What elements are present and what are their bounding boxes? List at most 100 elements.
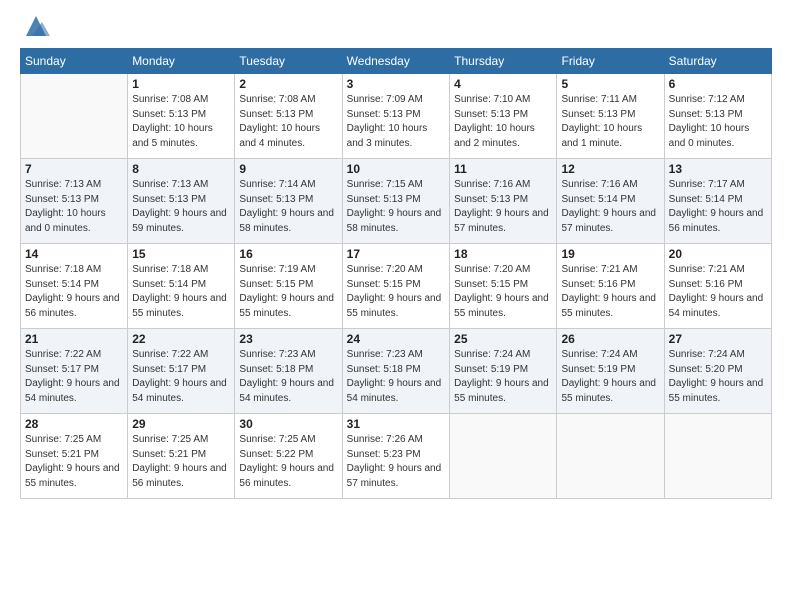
day-info: Sunrise: 7:25 AMSunset: 5:21 PMDaylight:… (132, 433, 230, 491)
day-cell: 16 Sunrise: 7:19 AMSunset: 5:15 PMDayligh… (235, 244, 342, 329)
day-number: 13 (669, 162, 767, 176)
day-cell: 2 Sunrise: 7:08 AMSunset: 5:13 PMDaylight… (235, 74, 342, 159)
header (20, 16, 772, 38)
day-number: 19 (561, 247, 659, 261)
day-cell: 27 Sunrise: 7:24 AMSunset: 5:20 PMDayligh… (664, 329, 771, 414)
day-info: Sunrise: 7:25 AMSunset: 5:22 PMDaylight:… (239, 433, 337, 491)
col-header-friday: Friday (557, 49, 664, 74)
day-number: 25 (454, 332, 552, 346)
day-cell: 7 Sunrise: 7:13 AMSunset: 5:13 PMDaylight… (21, 159, 128, 244)
day-number: 2 (239, 77, 337, 91)
col-header-saturday: Saturday (664, 49, 771, 74)
day-cell: 19Sunrise: 7:21 AMSunset: 5:16 PMDayligh… (557, 244, 664, 329)
logo (20, 16, 50, 38)
day-info: Sunrise: 7:17 AMSunset: 5:14 PMDaylight:… (669, 178, 767, 236)
day-number: 1 (132, 77, 230, 91)
day-number: 27 (669, 332, 767, 346)
week-row-2: 7 Sunrise: 7:13 AMSunset: 5:13 PMDaylight… (21, 159, 772, 244)
day-info: Sunrise: 7:15 AMSunset: 5:13 PMDaylight:… (347, 178, 446, 236)
day-cell (21, 74, 128, 159)
page-container: SundayMondayTuesdayWednesdayThursdayFrid… (0, 0, 792, 509)
day-info: Sunrise: 7:22 AMSunset: 5:17 PMDaylight:… (132, 348, 230, 406)
day-number: 23 (239, 332, 337, 346)
day-cell: 18 Sunrise: 7:20 AMSunset: 5:15 PMDayligh… (450, 244, 557, 329)
day-cell: 29 Sunrise: 7:25 AMSunset: 5:21 PMDayligh… (128, 414, 235, 499)
day-cell: 4 Sunrise: 7:10 AMSunset: 5:13 PMDaylight… (450, 74, 557, 159)
day-cell: 21Sunrise: 7:22 AMSunset: 5:17 PMDayligh… (21, 329, 128, 414)
day-info: Sunrise: 7:13 AMSunset: 5:13 PMDaylight:… (25, 178, 123, 236)
day-cell: 8 Sunrise: 7:13 AMSunset: 5:13 PMDaylight… (128, 159, 235, 244)
day-cell: 11 Sunrise: 7:16 AMSunset: 5:13 PMDayligh… (450, 159, 557, 244)
day-number: 16 (239, 247, 337, 261)
day-info: Sunrise: 7:14 AMSunset: 5:13 PMDaylight:… (239, 178, 337, 236)
day-info: Sunrise: 7:11 AMSunset: 5:13 PMDaylight:… (561, 93, 659, 151)
day-info: Sunrise: 7:20 AMSunset: 5:15 PMDaylight:… (454, 263, 552, 321)
day-number: 10 (347, 162, 446, 176)
day-number: 15 (132, 247, 230, 261)
day-number: 20 (669, 247, 767, 261)
day-cell: 1Sunrise: 7:08 AMSunset: 5:13 PMDaylight… (128, 74, 235, 159)
week-row-3: 14 Sunrise: 7:18 AMSunset: 5:14 PMDayligh… (21, 244, 772, 329)
day-cell: 15 Sunrise: 7:18 AMSunset: 5:14 PMDayligh… (128, 244, 235, 329)
day-info: Sunrise: 7:24 AMSunset: 5:19 PMDaylight:… (454, 348, 552, 406)
day-number: 8 (132, 162, 230, 176)
day-info: Sunrise: 7:26 AMSunset: 5:23 PMDaylight:… (347, 433, 446, 491)
day-info: Sunrise: 7:21 AMSunset: 5:16 PMDaylight:… (669, 263, 767, 321)
day-number: 14 (25, 247, 123, 261)
day-number: 29 (132, 417, 230, 431)
day-cell: 6Sunrise: 7:12 AMSunset: 5:13 PMDaylight… (664, 74, 771, 159)
day-number: 4 (454, 77, 552, 91)
day-number: 26 (561, 332, 659, 346)
day-cell: 9Sunrise: 7:14 AMSunset: 5:13 PMDaylight… (235, 159, 342, 244)
week-row-4: 21 Sunrise: 7:22 AMSunset: 5:17 PMDayligh… (21, 329, 772, 414)
day-number: 7 (25, 162, 123, 176)
day-info: Sunrise: 7:08 AMSunset: 5:13 PMDaylight:… (239, 93, 337, 151)
col-header-thursday: Thursday (450, 49, 557, 74)
day-cell (664, 414, 771, 499)
col-header-wednesday: Wednesday (342, 49, 450, 74)
logo-icon (22, 12, 50, 40)
calendar: SundayMondayTuesdayWednesdayThursdayFrid… (20, 48, 772, 499)
day-info: Sunrise: 7:18 AMSunset: 5:14 PMDaylight:… (132, 263, 230, 321)
day-info: Sunrise: 7:20 AMSunset: 5:15 PMDaylight:… (347, 263, 446, 321)
day-number: 3 (347, 77, 446, 91)
day-cell: 10 Sunrise: 7:15 AMSunset: 5:13 PMDayligh… (342, 159, 450, 244)
day-cell: 22 Sunrise: 7:22 AMSunset: 5:17 PMDayligh… (128, 329, 235, 414)
day-info: Sunrise: 7:19 AMSunset: 5:15 PMDaylight:… (239, 263, 337, 321)
day-info: Sunrise: 7:18 AMSunset: 5:14 PMDaylight:… (25, 263, 123, 321)
day-number: 28 (25, 417, 123, 431)
day-info: Sunrise: 7:09 AMSunset: 5:13 PMDaylight:… (347, 93, 446, 151)
day-number: 21 (25, 332, 123, 346)
day-cell: 24Sunrise: 7:23 AMSunset: 5:18 PMDayligh… (342, 329, 450, 414)
col-header-tuesday: Tuesday (235, 49, 342, 74)
day-info: Sunrise: 7:16 AMSunset: 5:13 PMDaylight:… (454, 178, 552, 236)
day-number: 17 (347, 247, 446, 261)
day-cell: 5Sunrise: 7:11 AMSunset: 5:13 PMDaylight… (557, 74, 664, 159)
col-header-monday: Monday (128, 49, 235, 74)
day-number: 31 (347, 417, 446, 431)
day-info: Sunrise: 7:24 AMSunset: 5:20 PMDaylight:… (669, 348, 767, 406)
day-info: Sunrise: 7:25 AMSunset: 5:21 PMDaylight:… (25, 433, 123, 491)
day-cell: 30Sunrise: 7:25 AMSunset: 5:22 PMDayligh… (235, 414, 342, 499)
day-number: 6 (669, 77, 767, 91)
day-number: 11 (454, 162, 552, 176)
day-number: 18 (454, 247, 552, 261)
day-info: Sunrise: 7:24 AMSunset: 5:19 PMDaylight:… (561, 348, 659, 406)
day-cell: 17 Sunrise: 7:20 AMSunset: 5:15 PMDayligh… (342, 244, 450, 329)
day-cell: 25 Sunrise: 7:24 AMSunset: 5:19 PMDayligh… (450, 329, 557, 414)
day-cell: 26 Sunrise: 7:24 AMSunset: 5:19 PMDayligh… (557, 329, 664, 414)
day-cell: 20 Sunrise: 7:21 AMSunset: 5:16 PMDayligh… (664, 244, 771, 329)
day-cell: 23 Sunrise: 7:23 AMSunset: 5:18 PMDayligh… (235, 329, 342, 414)
day-info: Sunrise: 7:13 AMSunset: 5:13 PMDaylight:… (132, 178, 230, 236)
day-cell: 13 Sunrise: 7:17 AMSunset: 5:14 PMDayligh… (664, 159, 771, 244)
day-cell: 28 Sunrise: 7:25 AMSunset: 5:21 PMDayligh… (21, 414, 128, 499)
day-cell: 31 Sunrise: 7:26 AMSunset: 5:23 PMDayligh… (342, 414, 450, 499)
day-info: Sunrise: 7:23 AMSunset: 5:18 PMDaylight:… (239, 348, 337, 406)
day-cell (450, 414, 557, 499)
day-info: Sunrise: 7:23 AMSunset: 5:18 PMDaylight:… (347, 348, 446, 406)
day-number: 22 (132, 332, 230, 346)
day-cell: 12Sunrise: 7:16 AMSunset: 5:14 PMDayligh… (557, 159, 664, 244)
day-info: Sunrise: 7:10 AMSunset: 5:13 PMDaylight:… (454, 93, 552, 151)
week-row-5: 28 Sunrise: 7:25 AMSunset: 5:21 PMDayligh… (21, 414, 772, 499)
week-row-1: 1 Sunrise: 7:08 AMSunset: 5:13 PMDaylight… (21, 74, 772, 159)
